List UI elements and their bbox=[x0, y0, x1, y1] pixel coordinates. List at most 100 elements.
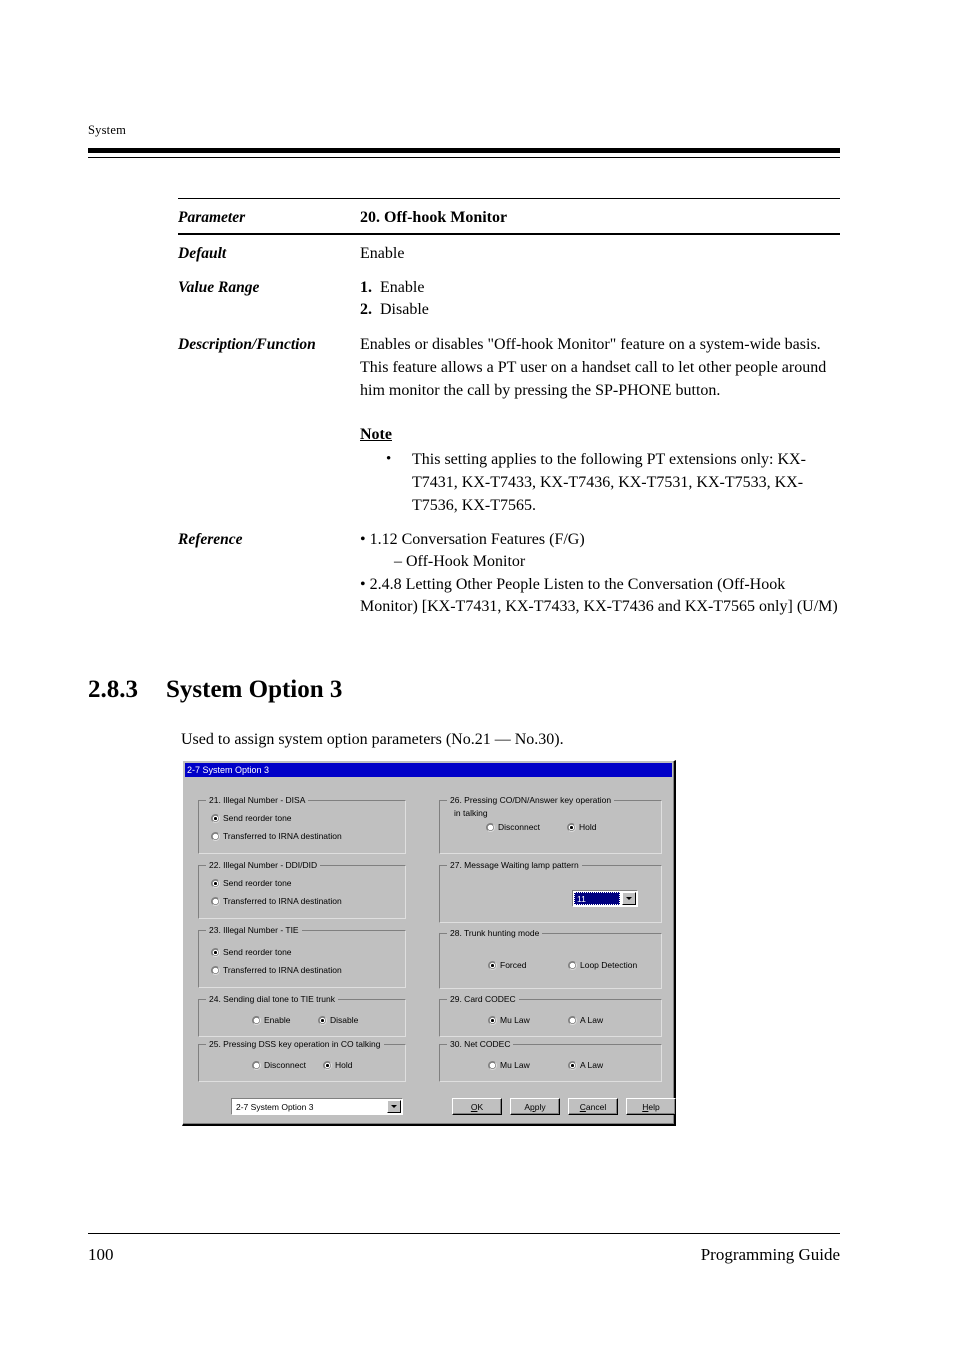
footer-title: Programming Guide bbox=[700, 1245, 840, 1264]
combobox-selected-value: 11 bbox=[574, 892, 620, 905]
section-intro-text: Used to assign system option parameters … bbox=[181, 731, 564, 748]
radio-button-icon[interactable] bbox=[568, 961, 577, 970]
radio-label: Mu Law bbox=[500, 1060, 530, 1070]
radio-29-mu-law[interactable]: Mu Law bbox=[488, 1016, 530, 1025]
radio-button-icon[interactable] bbox=[486, 823, 495, 832]
ok-button[interactable]: OK bbox=[452, 1098, 502, 1115]
radio-22-transferred-to-irna[interactable]: Transferred to IRNA destination bbox=[211, 897, 342, 906]
radio-26-hold[interactable]: Hold bbox=[567, 823, 596, 832]
radio-label: Hold bbox=[335, 1060, 353, 1070]
message-waiting-lamp-pattern-combobox[interactable]: 11 bbox=[572, 890, 638, 907]
header-rule-thick bbox=[88, 148, 840, 153]
group-29-title: 29. Card CODEC bbox=[447, 995, 519, 1004]
radio-24-enable[interactable]: Enable bbox=[252, 1016, 290, 1025]
document-page: System Parameter 20. Off-hook Monitor De… bbox=[0, 0, 954, 1351]
help-button[interactable]: Help bbox=[626, 1098, 676, 1115]
group-21-illegal-number-disa: 21. Illegal Number - DISA Send reorder t… bbox=[198, 796, 406, 854]
radio-button-icon[interactable] bbox=[318, 1016, 327, 1025]
apply-button[interactable]: Apply bbox=[510, 1098, 560, 1115]
screen-selector-combobox[interactable]: 2-7 System Option 3 bbox=[231, 1098, 403, 1115]
radio-25-hold[interactable]: Hold bbox=[323, 1061, 352, 1070]
group-24-title: 24. Sending dial tone to TIE trunk bbox=[206, 995, 339, 1004]
combobox-field[interactable]: 11 bbox=[573, 891, 621, 906]
radio-30-mu-law[interactable]: Mu Law bbox=[488, 1061, 530, 1070]
group-23-illegal-number-tie: 23. Illegal Number - TIE Send reorder to… bbox=[198, 926, 406, 988]
radio-30-a-law[interactable]: A Law bbox=[568, 1061, 603, 1070]
radio-button-icon[interactable] bbox=[211, 814, 220, 823]
note-heading: Note bbox=[360, 426, 392, 444]
group-27-message-waiting-lamp-pattern: 27. Message Waiting lamp pattern 11 bbox=[439, 861, 662, 923]
radio-button-icon[interactable] bbox=[252, 1016, 261, 1025]
radio-21-send-reorder-tone[interactable]: Send reorder tone bbox=[211, 814, 292, 823]
cancel-button-label: Cancel bbox=[579, 1101, 607, 1112]
radio-button-icon[interactable] bbox=[211, 948, 220, 957]
radio-26-disconnect[interactable]: Disconnect bbox=[486, 823, 540, 832]
radio-label: Enable bbox=[264, 1015, 291, 1025]
section-title: System Option 3 bbox=[166, 676, 343, 703]
apply-button-label: Apply bbox=[524, 1101, 546, 1112]
section-number: 2.8.3 bbox=[88, 676, 138, 703]
header-rule-thin bbox=[88, 157, 840, 159]
radio-label: Send reorder tone bbox=[223, 878, 292, 888]
value-range-number: 1. bbox=[360, 278, 372, 296]
radio-button-icon[interactable] bbox=[568, 1061, 577, 1070]
group-24-sending-dial-tone-to-tie-trunk: 24. Sending dial tone to TIE trunk Enabl… bbox=[198, 995, 406, 1037]
radio-button-icon[interactable] bbox=[211, 879, 220, 888]
radio-button-icon[interactable] bbox=[488, 1016, 497, 1025]
value-range-number: 2. bbox=[360, 301, 372, 319]
group-30-net-codec: 30. Net CODEC Mu Law A Law bbox=[439, 1040, 662, 1082]
chevron-down-icon[interactable] bbox=[387, 1100, 401, 1113]
group-25-title: 25. Pressing DSS key operation in CO tal… bbox=[206, 1040, 384, 1049]
value-range-text: Disable bbox=[380, 301, 429, 319]
radio-22-send-reorder-tone[interactable]: Send reorder tone bbox=[211, 879, 292, 888]
radio-button-icon[interactable] bbox=[211, 966, 220, 975]
radio-28-loop-detection[interactable]: Loop Detection bbox=[568, 961, 637, 970]
radio-label: Forced bbox=[500, 960, 527, 970]
radio-21-transferred-to-irna[interactable]: Transferred to IRNA destination bbox=[211, 832, 342, 841]
radio-button-icon[interactable] bbox=[323, 1061, 332, 1070]
radio-button-icon[interactable] bbox=[488, 1061, 497, 1070]
table-row-parameter: Parameter 20. Off-hook Monitor bbox=[178, 199, 840, 233]
radio-23-send-reorder-tone[interactable]: Send reorder tone bbox=[211, 948, 292, 957]
radio-button-icon[interactable] bbox=[211, 832, 220, 841]
group-30-title: 30. Net CODEC bbox=[447, 1040, 514, 1049]
radio-button-icon[interactable] bbox=[567, 823, 576, 832]
radio-label: Hold bbox=[579, 822, 597, 832]
radio-label: Transferred to IRNA destination bbox=[223, 896, 342, 906]
help-button-label: Help bbox=[642, 1101, 660, 1112]
radio-button-icon[interactable] bbox=[211, 897, 220, 906]
reference-line-1: • 1.12 Conversation Features (F/G) bbox=[360, 531, 585, 549]
radio-24-disable[interactable]: Disable bbox=[318, 1016, 358, 1025]
row-value-parameter: 20. Off-hook Monitor bbox=[360, 209, 508, 227]
radio-label: Transferred to IRNA destination bbox=[223, 965, 342, 975]
parameter-table: Parameter 20. Off-hook Monitor Default E… bbox=[178, 198, 840, 623]
group-29-card-codec: 29. Card CODEC Mu Law A Law bbox=[439, 995, 662, 1037]
group-21-title: 21. Illegal Number - DISA bbox=[206, 796, 309, 805]
radio-button-icon[interactable] bbox=[568, 1016, 577, 1025]
radio-label: A Law bbox=[580, 1015, 604, 1025]
radio-23-transferred-to-irna[interactable]: Transferred to IRNA destination bbox=[211, 966, 342, 975]
group-27-title: 27. Message Waiting lamp pattern bbox=[447, 861, 582, 870]
row-label-default: Default bbox=[178, 244, 227, 262]
reference-line-2: – Off-Hook Monitor bbox=[394, 553, 526, 571]
group-26-title: 26. Pressing CO/DN/Answer key operation bbox=[447, 796, 615, 805]
radio-label: Disable bbox=[330, 1015, 359, 1025]
value-range-item: 1. Enable bbox=[360, 277, 840, 300]
cancel-button[interactable]: Cancel bbox=[568, 1098, 618, 1115]
group-25-pressing-dss-key-operation: 25. Pressing DSS key operation in CO tal… bbox=[198, 1040, 406, 1082]
radio-25-disconnect[interactable]: Disconnect bbox=[252, 1061, 306, 1070]
radio-28-forced[interactable]: Forced bbox=[488, 961, 526, 970]
radio-label: Transferred to IRNA destination bbox=[223, 831, 342, 841]
radio-button-icon[interactable] bbox=[488, 961, 497, 970]
running-head: System bbox=[88, 123, 127, 137]
chevron-down-icon[interactable] bbox=[622, 892, 636, 905]
combobox-field[interactable]: 2-7 System Option 3 bbox=[232, 1099, 386, 1114]
radio-label: Send reorder tone bbox=[223, 947, 292, 957]
group-26-title-line2: in talking bbox=[454, 808, 488, 818]
radio-29-a-law[interactable]: A Law bbox=[568, 1016, 603, 1025]
bullet-icon: • bbox=[386, 451, 392, 468]
ok-button-label: OK bbox=[470, 1101, 484, 1112]
radio-button-icon[interactable] bbox=[252, 1061, 261, 1070]
value-range-item: 2. Disable bbox=[360, 299, 840, 322]
row-label-value-range: Value Range bbox=[178, 278, 260, 296]
